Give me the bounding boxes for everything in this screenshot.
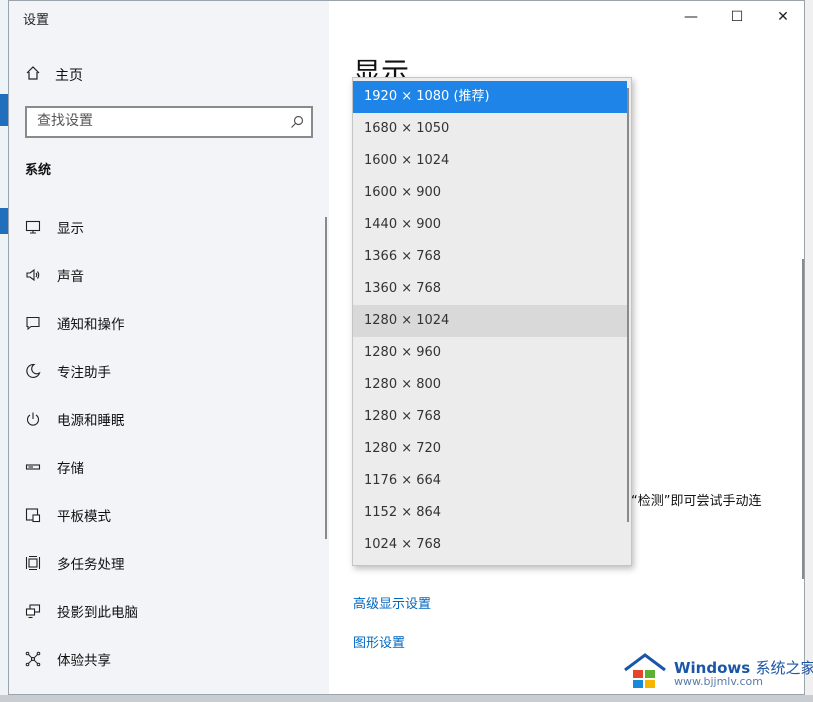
detect-hint-text: “检测”即可尝试手动连	[631, 494, 762, 509]
sidebar: 设置 主页 系统 显示 声音 通知和操作	[9, 1, 329, 694]
background-window-accent	[0, 94, 8, 126]
sidebar-item-label: 多任务处理	[57, 557, 125, 573]
sidebar-item-label: 专注助手	[57, 365, 111, 381]
home-link[interactable]: 主页	[25, 65, 83, 85]
dropdown-scrollbar[interactable]	[627, 88, 629, 522]
resolution-option[interactable]: 1024 × 768	[353, 529, 627, 561]
resolution-option[interactable]: 1360 × 768	[353, 273, 627, 305]
watermark-cn: 系统之家	[755, 658, 813, 677]
resolution-option[interactable]: 1600 × 1024	[353, 145, 627, 177]
notification-icon	[25, 315, 41, 331]
multitask-icon	[25, 555, 41, 571]
resolution-option[interactable]: 1280 × 1024	[353, 305, 627, 337]
resolution-option[interactable]: 1366 × 768	[353, 241, 627, 273]
advanced-display-settings-link[interactable]: 高级显示设置	[353, 593, 431, 612]
resolution-option[interactable]: 1280 × 960	[353, 337, 627, 369]
resolution-option[interactable]: 1920 × 1080 (推荐)	[353, 81, 627, 113]
tablet-icon	[25, 507, 41, 523]
watermark-url: www.bjjmlv.com	[674, 675, 763, 689]
storage-icon	[25, 459, 41, 475]
resolution-options: 1920 × 1080 (推荐) 1680 × 1050 1600 × 1024 16…	[353, 81, 627, 561]
sidebar-item-tablet-mode[interactable]: 平板模式	[9, 491, 329, 539]
share-icon	[25, 651, 41, 667]
window-controls: — ☐ ✕	[668, 1, 804, 33]
sidebar-scrollbar[interactable]	[325, 217, 327, 539]
minimize-button[interactable]: —	[668, 1, 714, 33]
search-box	[25, 106, 313, 138]
resolution-option[interactable]: 1600 × 900	[353, 177, 627, 209]
background-window-edge-right	[805, 0, 813, 695]
resolution-option[interactable]: 1176 × 664	[353, 465, 627, 497]
sidebar-item-notifications[interactable]: 通知和操作	[9, 299, 329, 347]
home-icon	[25, 65, 41, 85]
watermark: Windows 系统之家 www.bjjmlv.com	[622, 652, 813, 696]
sidebar-item-power-sleep[interactable]: 电源和睡眠	[9, 395, 329, 443]
monitor-icon	[25, 219, 41, 235]
taskbar-edge	[0, 695, 813, 702]
sidebar-item-label: 显示	[57, 221, 84, 237]
watermark-brand: Windows	[674, 658, 751, 677]
search-icon[interactable]	[289, 114, 305, 134]
window-title: 设置	[23, 13, 50, 28]
sidebar-item-label: 声音	[57, 269, 84, 285]
page-title: 显示	[353, 56, 410, 77]
windows-logo-icon	[622, 652, 668, 696]
maximize-button[interactable]: ☐	[714, 1, 760, 33]
sidebar-item-label: 体验共享	[57, 653, 111, 669]
section-title: 系统	[25, 163, 52, 178]
content-scrollbar[interactable]	[802, 259, 804, 579]
sidebar-item-multitasking[interactable]: 多任务处理	[9, 539, 329, 587]
resolution-option[interactable]: 1280 × 800	[353, 369, 627, 401]
speaker-icon	[25, 267, 41, 283]
sidebar-item-shared-experiences[interactable]: 体验共享	[9, 635, 329, 683]
search-input[interactable]	[27, 108, 277, 134]
power-icon	[25, 411, 41, 427]
background-window-accent	[0, 208, 8, 234]
sidebar-item-label: 通知和操作	[57, 317, 125, 333]
sidebar-item-label: 投影到此电脑	[57, 605, 138, 621]
sidebar-item-label: 存储	[57, 461, 84, 477]
home-label: 主页	[55, 68, 83, 84]
sidebar-item-display[interactable]: 显示	[9, 203, 329, 251]
close-button[interactable]: ✕	[760, 1, 804, 33]
resolution-dropdown: 1920 × 1080 (推荐) 1680 × 1050 1600 × 1024 16…	[352, 77, 632, 566]
resolution-option[interactable]: 1440 × 900	[353, 209, 627, 241]
sidebar-item-storage[interactable]: 存储	[9, 443, 329, 491]
graphics-settings-link[interactable]: 图形设置	[353, 632, 405, 651]
resolution-option[interactable]: 1152 × 864	[353, 497, 627, 529]
sidebar-item-project-to-pc[interactable]: 投影到此电脑	[9, 587, 329, 635]
project-icon	[25, 603, 41, 619]
resolution-option[interactable]: 1680 × 1050	[353, 113, 627, 145]
sidebar-item-sound[interactable]: 声音	[9, 251, 329, 299]
resolution-option[interactable]: 1280 × 768	[353, 401, 627, 433]
sidebar-item-label: 平板模式	[57, 509, 111, 525]
sidebar-item-focus-assist[interactable]: 专注助手	[9, 347, 329, 395]
resolution-option[interactable]: 1280 × 720	[353, 433, 627, 465]
sidebar-item-label: 电源和睡眠	[57, 413, 125, 429]
sidebar-nav-list: 显示 声音 通知和操作 专注助手 电源和睡眠 存储 平板模式 多任务处理 投影到…	[9, 203, 329, 683]
moon-icon	[25, 363, 41, 379]
